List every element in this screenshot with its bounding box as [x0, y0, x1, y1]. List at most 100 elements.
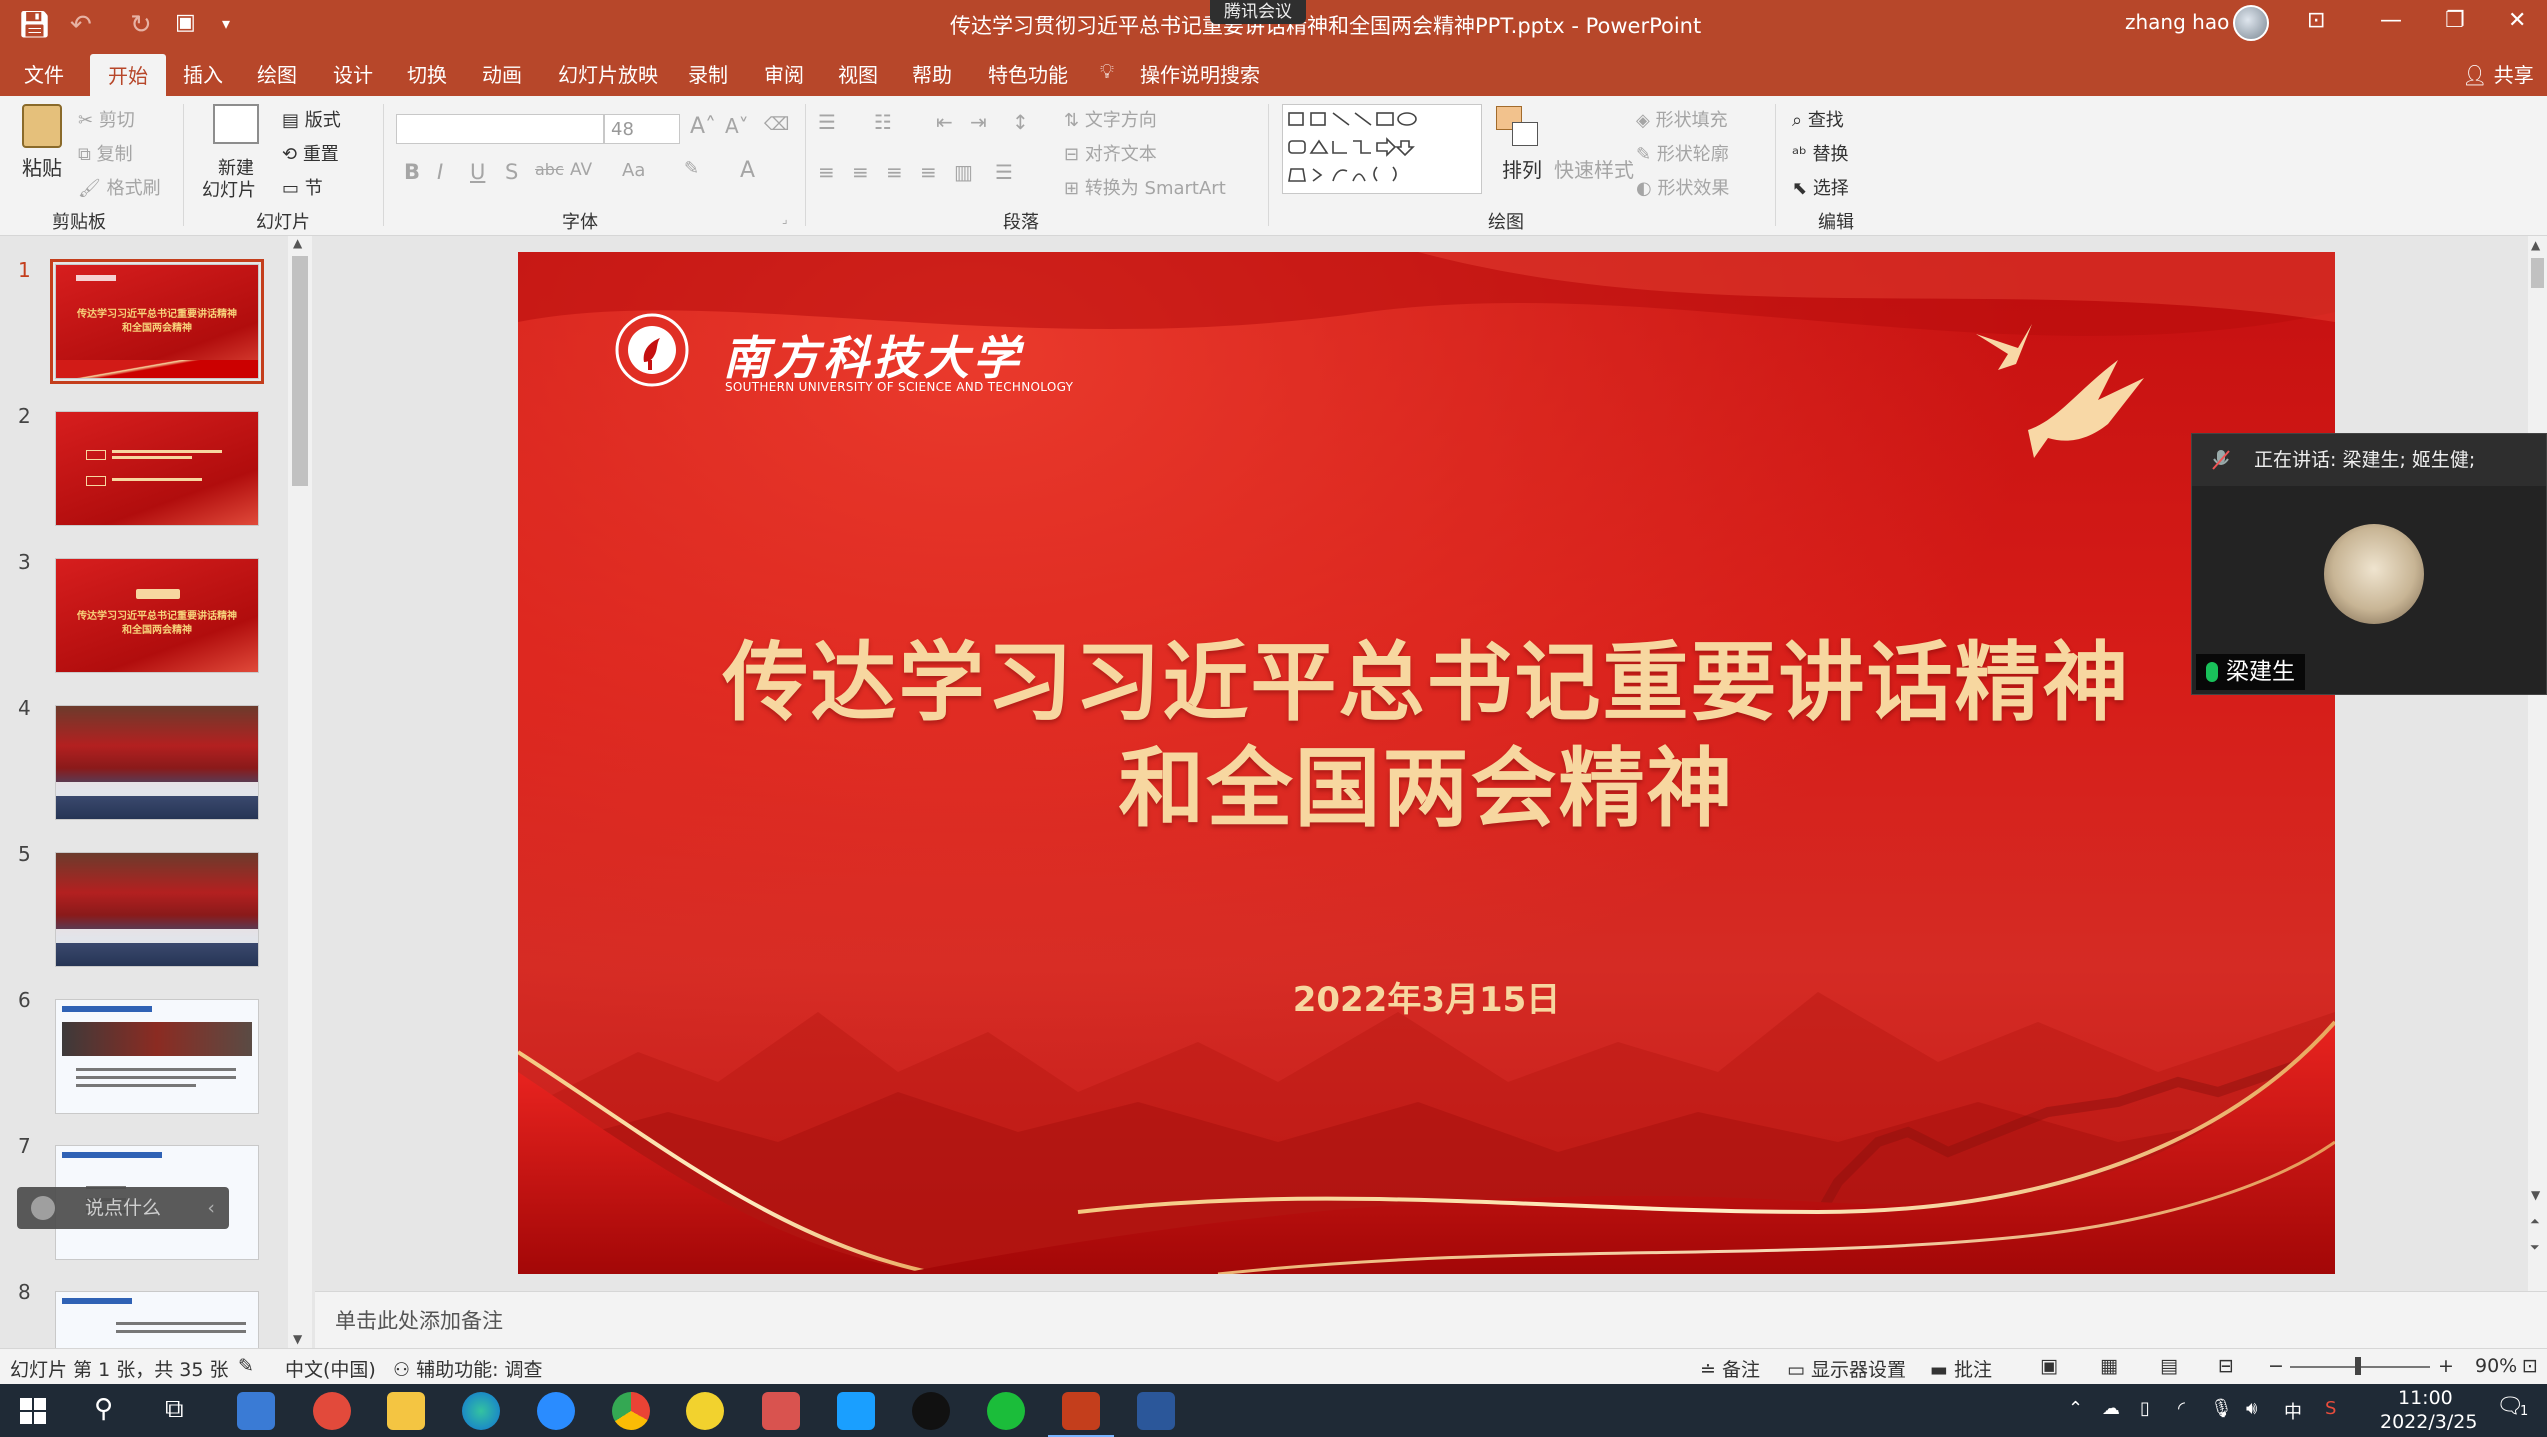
- tab-review[interactable]: 审阅: [764, 59, 804, 88]
- slide-thumbnail-8[interactable]: [55, 1291, 259, 1348]
- mic-icon[interactable]: 🎙︎: [2210, 1398, 2233, 1419]
- present-from-start-icon[interactable]: ▣: [175, 10, 196, 35]
- align-left-icon[interactable]: ≡: [818, 160, 835, 184]
- customize-quick-access-icon[interactable]: ▾: [222, 14, 230, 33]
- ime-indicator[interactable]: 中: [2284, 1398, 2302, 1424]
- word-icon[interactable]: [1137, 1392, 1175, 1430]
- tab-draw[interactable]: 绘图: [257, 59, 297, 88]
- volume-icon[interactable]: 🔊︎: [2246, 1398, 2257, 1419]
- arrange-button[interactable]: 排列: [1502, 154, 1542, 183]
- sogou-icon[interactable]: [537, 1392, 575, 1430]
- powerpoint-icon[interactable]: [1048, 1392, 1114, 1437]
- scrollbar-thumb[interactable]: [292, 256, 308, 486]
- task-view-icon[interactable]: ⧉: [165, 1394, 184, 1425]
- reset-button[interactable]: ⟲ 重置: [282, 140, 339, 166]
- highlight-icon[interactable]: ✎: [684, 158, 699, 179]
- accessibility-button[interactable]: ⚇ 辅助功能: 调查: [393, 1355, 543, 1382]
- calculator-icon[interactable]: [237, 1392, 275, 1430]
- convert-smartart-button[interactable]: ⊞ 转换为 SmartArt: [1064, 174, 1226, 200]
- font-color-button[interactable]: A: [740, 158, 755, 183]
- shape-effects-button[interactable]: ◐ 形状效果: [1636, 174, 1729, 200]
- replace-button[interactable]: ᵃᵇ 替换: [1792, 140, 1848, 166]
- shape-fill-button[interactable]: ◈ 形状填充: [1636, 106, 1728, 132]
- font-name-combo[interactable]: [396, 114, 604, 144]
- restore-icon[interactable]: ❐: [2445, 8, 2465, 33]
- paste-icon[interactable]: [22, 104, 62, 148]
- save-icon[interactable]: 💾︎: [18, 10, 51, 40]
- increase-font-icon[interactable]: A˄: [690, 114, 716, 139]
- cards-game-icon[interactable]: [762, 1392, 800, 1430]
- tab-features[interactable]: 特色功能: [988, 59, 1068, 88]
- zoom-out-icon[interactable]: −: [2268, 1355, 2284, 1377]
- comments-button[interactable]: ▬ 批注: [1930, 1355, 1992, 1382]
- edge-browser-icon[interactable]: [462, 1392, 500, 1430]
- chrome-icon[interactable]: [612, 1392, 650, 1430]
- qq-music-icon[interactable]: [686, 1392, 724, 1430]
- slide-sorter-icon[interactable]: ▦: [2100, 1355, 2118, 1377]
- font-size-combo[interactable]: 48: [604, 114, 680, 144]
- meeting-chat-input[interactable]: 说点什么 ‹: [17, 1187, 229, 1229]
- tencent-meeting-icon[interactable]: [837, 1392, 875, 1430]
- line-spacing-icon[interactable]: ↕: [1012, 110, 1029, 134]
- numbering-icon[interactable]: ☷: [874, 110, 892, 134]
- strikethrough-button[interactable]: abc: [535, 160, 564, 179]
- tell-me-search[interactable]: 操作说明搜索: [1140, 59, 1260, 88]
- language-indicator[interactable]: 中文(中国): [285, 1355, 376, 1382]
- copy-button[interactable]: ⧉ 复制: [78, 140, 133, 166]
- tab-record[interactable]: 录制: [688, 59, 728, 88]
- fit-slide-icon[interactable]: ⊡: [2522, 1355, 2538, 1377]
- align-text-button[interactable]: ⊟ 对齐文本: [1064, 140, 1157, 166]
- spellcheck-icon[interactable]: ✎: [238, 1355, 254, 1377]
- align-right-icon[interactable]: ≡: [886, 160, 903, 184]
- clear-format-icon[interactable]: ⌫: [764, 114, 789, 135]
- sogou-ime-icon[interactable]: S: [2325, 1398, 2336, 1419]
- font-dialog-launcher-icon[interactable]: ⌟: [782, 212, 788, 226]
- scroll-down-icon[interactable]: ▼: [293, 1332, 302, 1346]
- align-center-icon[interactable]: ≡: [852, 160, 869, 184]
- increase-indent-icon[interactable]: ⇥: [970, 110, 987, 134]
- slide-thumbnail-4[interactable]: [55, 705, 259, 820]
- undo-icon[interactable]: ↶: [70, 10, 92, 40]
- slideshow-view-icon[interactable]: ⊟: [2218, 1355, 2234, 1377]
- user-name[interactable]: zhang hao: [2125, 10, 2229, 34]
- shadow-button[interactable]: S: [505, 160, 518, 184]
- zoom-in-icon[interactable]: +: [2438, 1355, 2454, 1377]
- tencent-meeting-float[interactable]: 腾讯会议: [1210, 0, 1306, 24]
- italic-button[interactable]: I: [437, 160, 443, 184]
- decrease-indent-icon[interactable]: ⇤: [936, 110, 953, 134]
- text-box-align-icon[interactable]: ☰: [995, 160, 1013, 184]
- slide-thumbnail-6[interactable]: [55, 999, 259, 1114]
- zoom-slider-thumb[interactable]: [2355, 1357, 2361, 1375]
- clock-date[interactable]: 2022/3/25: [2380, 1411, 2477, 1433]
- select-button[interactable]: ⬉ 选择: [1792, 174, 1849, 200]
- bold-button[interactable]: B: [404, 160, 420, 184]
- tab-design[interactable]: 设计: [333, 59, 373, 88]
- tab-view[interactable]: 视图: [838, 59, 878, 88]
- tab-animations[interactable]: 动画: [482, 59, 522, 88]
- redo-icon[interactable]: ↻: [130, 10, 152, 40]
- scroll-up-icon[interactable]: ▲: [293, 236, 302, 250]
- emoji-icon[interactable]: [31, 1196, 55, 1220]
- zoom-level[interactable]: 90%: [2475, 1355, 2517, 1377]
- slide-thumbnail-5[interactable]: [55, 852, 259, 967]
- new-slide-icon[interactable]: [213, 104, 259, 144]
- quick-styles-button[interactable]: 快速样式: [1554, 154, 1634, 183]
- display-settings-button[interactable]: ▭ 显示器设置: [1787, 1355, 1906, 1382]
- tab-home[interactable]: 开始: [90, 54, 166, 96]
- show-hidden-icons[interactable]: ⌃: [2068, 1398, 2083, 1419]
- scroll-up-icon[interactable]: ▲: [2531, 238, 2540, 252]
- notes-toggle-button[interactable]: ≐ 备注: [1700, 1355, 1760, 1382]
- tab-file[interactable]: 文件: [24, 59, 64, 88]
- tab-slideshow[interactable]: 幻灯片放映: [558, 59, 658, 88]
- next-slide-icon[interactable]: ⏷: [2530, 1240, 2540, 1255]
- meeting-video-window[interactable]: 正在讲话: 梁建生; 姬生健; 梁建生: [2191, 433, 2547, 695]
- tab-transitions[interactable]: 切换: [407, 59, 447, 88]
- slide-thumbnail-1[interactable]: 传达学习习近平总书记重要讲话精神 和全国两会精神: [50, 259, 264, 384]
- qq-icon[interactable]: [912, 1392, 950, 1430]
- text-direction-button[interactable]: ⇅ 文字方向: [1064, 106, 1157, 132]
- editor-scrollbar[interactable]: ▲ ▼ ⏶ ⏷: [2528, 236, 2547, 1291]
- notes-pane[interactable]: 单击此处添加备注: [315, 1291, 2547, 1348]
- avatar[interactable]: [2233, 5, 2269, 41]
- format-painter-button[interactable]: 🖌︎ 格式刷: [78, 174, 161, 200]
- slide-thumbnail-3[interactable]: 传达学习习近平总书记重要讲话精神 和全国两会精神: [55, 558, 259, 673]
